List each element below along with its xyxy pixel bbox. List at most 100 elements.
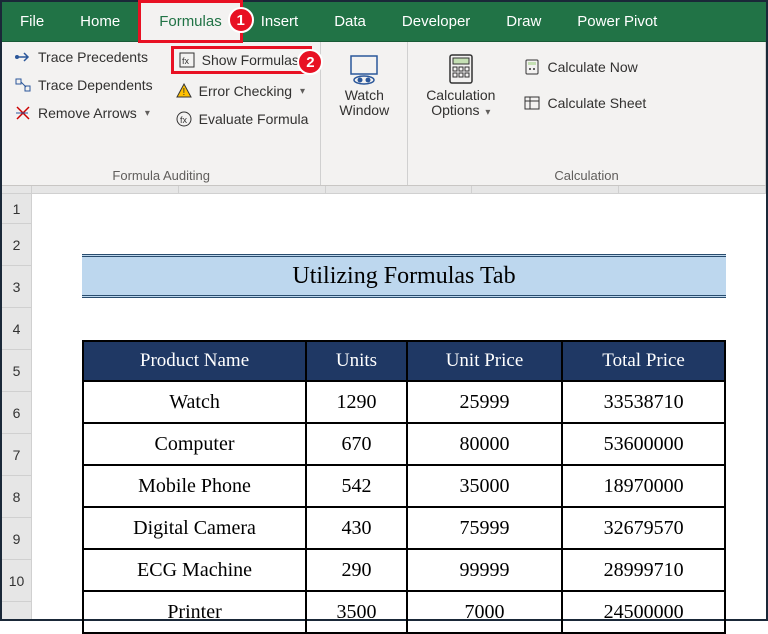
cell-price[interactable]: 25999	[407, 381, 562, 423]
calculate-sheet-label: Calculate Sheet	[547, 95, 646, 111]
table-row: Computer 670 80000 53600000	[83, 423, 725, 465]
ribbon-tabs: File Home Formulas 1 Insert Data Develop…	[2, 2, 766, 42]
th-product[interactable]: Product Name	[83, 341, 306, 381]
tab-data[interactable]: Data	[316, 3, 384, 40]
cell-total[interactable]: 18970000	[562, 465, 725, 507]
group-label-auditing: Formula Auditing	[10, 166, 312, 183]
evaluate-formula-label: Evaluate Formula	[199, 111, 309, 127]
chevron-down-icon: ▾	[145, 108, 150, 119]
svg-text:fx: fx	[182, 56, 190, 66]
tab-insert[interactable]: Insert	[243, 3, 317, 40]
show-formulas-label: Show Formulas	[202, 52, 299, 68]
column-headers	[2, 186, 766, 194]
cell-product[interactable]: Computer	[83, 423, 306, 465]
row-head-1[interactable]: 1	[2, 194, 31, 224]
cell-product[interactable]: Printer	[83, 591, 306, 633]
calculation-options-button[interactable]: CalculationOptions ▾	[416, 46, 505, 125]
calculate-sheet-icon	[523, 94, 541, 112]
cell-total[interactable]: 24500000	[562, 591, 725, 633]
remove-arrows-button[interactable]: Remove Arrows ▾	[10, 102, 157, 124]
row-head-9[interactable]: 9	[2, 518, 31, 560]
remove-arrows-icon	[14, 104, 32, 122]
tab-developer[interactable]: Developer	[384, 3, 488, 40]
svg-text:!: !	[182, 87, 185, 98]
trace-precedents-icon	[14, 48, 32, 66]
row-head-5[interactable]: 5	[2, 350, 31, 392]
remove-arrows-label: Remove Arrows	[38, 105, 137, 121]
callout-badge-1: 1	[228, 7, 254, 33]
table-row: Watch 1290 25999 33538710	[83, 381, 725, 423]
row-head-10[interactable]: 10	[2, 560, 31, 602]
error-checking-icon: !	[175, 82, 193, 100]
svg-text:fx: fx	[180, 115, 188, 125]
trace-dependents-button[interactable]: Trace Dependents	[10, 74, 157, 96]
cell-total[interactable]: 53600000	[562, 423, 725, 465]
evaluate-formula-button[interactable]: fx Evaluate Formula	[171, 108, 313, 130]
cell-total[interactable]: 28999710	[562, 549, 725, 591]
group-watch-window: WatchWindow	[321, 42, 408, 185]
cell-price[interactable]: 99999	[407, 549, 562, 591]
th-units[interactable]: Units	[306, 341, 407, 381]
calculate-now-label: Calculate Now	[547, 59, 637, 75]
calculation-options-label: CalculationOptions ▾	[426, 88, 495, 119]
cell-units[interactable]: 430	[306, 507, 407, 549]
chevron-down-icon: ▾	[300, 86, 305, 97]
th-price[interactable]: Unit Price	[407, 341, 562, 381]
calculate-now-icon	[523, 58, 541, 76]
table-row: Mobile Phone 542 35000 18970000	[83, 465, 725, 507]
trace-precedents-button[interactable]: Trace Precedents	[10, 46, 157, 68]
show-formulas-button[interactable]: fx Show Formulas 2	[171, 46, 313, 74]
worksheet-grid[interactable]: Utilizing Formulas Tab Product Name Unit…	[32, 194, 766, 619]
data-table: Product Name Units Unit Price Total Pric…	[82, 340, 726, 634]
cell-units[interactable]: 3500	[306, 591, 407, 633]
cell-price[interactable]: 7000	[407, 591, 562, 633]
calculate-sheet-button[interactable]: Calculate Sheet	[519, 92, 650, 114]
row-head-7[interactable]: 7	[2, 434, 31, 476]
cell-total[interactable]: 32679570	[562, 507, 725, 549]
row-headers: 1 2 3 4 5 6 7 8 9 10	[2, 194, 32, 619]
tab-powerpivot[interactable]: Power Pivot	[559, 3, 675, 40]
watch-window-button[interactable]: WatchWindow	[329, 46, 399, 125]
cell-price[interactable]: 80000	[407, 423, 562, 465]
cell-price[interactable]: 75999	[407, 507, 562, 549]
cell-product[interactable]: Watch	[83, 381, 306, 423]
error-checking-button[interactable]: ! Error Checking ▾	[171, 80, 313, 102]
trace-dependents-label: Trace Dependents	[38, 77, 153, 93]
cell-total[interactable]: 33538710	[562, 381, 725, 423]
row-head-2[interactable]: 2	[2, 224, 31, 266]
group-calculation: CalculationOptions ▾ Calculate Now Calcu…	[408, 42, 766, 185]
table-row: ECG Machine 290 99999 28999710	[83, 549, 725, 591]
row-head-4[interactable]: 4	[2, 308, 31, 350]
error-checking-label: Error Checking	[199, 83, 292, 99]
ribbon-content: Trace Precedents Trace Dependents Remove…	[2, 42, 766, 186]
tab-formulas[interactable]: Formulas 1	[138, 0, 243, 43]
watch-window-icon	[347, 52, 381, 86]
tab-formulas-label: Formulas	[159, 13, 222, 30]
table-row: Digital Camera 430 75999 32679570	[83, 507, 725, 549]
sheet-area: 1 2 3 4 5 6 7 8 9 10 Utilizing Formulas …	[2, 194, 766, 619]
row-head-6[interactable]: 6	[2, 392, 31, 434]
tab-file[interactable]: File	[2, 3, 62, 40]
cell-units[interactable]: 670	[306, 423, 407, 465]
tab-home[interactable]: Home	[62, 3, 138, 40]
cell-product[interactable]: Digital Camera	[83, 507, 306, 549]
calculate-now-button[interactable]: Calculate Now	[519, 56, 650, 78]
cell-product[interactable]: Mobile Phone	[83, 465, 306, 507]
callout-badge-2: 2	[297, 49, 323, 75]
cell-product[interactable]: ECG Machine	[83, 549, 306, 591]
cell-units[interactable]: 542	[306, 465, 407, 507]
calculation-options-icon	[444, 52, 478, 86]
cell-units[interactable]: 290	[306, 549, 407, 591]
title-banner: Utilizing Formulas Tab	[82, 254, 726, 298]
watch-window-label: WatchWindow	[339, 88, 389, 119]
trace-precedents-label: Trace Precedents	[38, 49, 148, 65]
table-header-row: Product Name Units Unit Price Total Pric…	[83, 341, 725, 381]
cell-units[interactable]: 1290	[306, 381, 407, 423]
row-head-3[interactable]: 3	[2, 266, 31, 308]
cell-price[interactable]: 35000	[407, 465, 562, 507]
show-formulas-icon: fx	[178, 51, 196, 69]
group-formula-auditing: Trace Precedents Trace Dependents Remove…	[2, 42, 321, 185]
th-total[interactable]: Total Price	[562, 341, 725, 381]
tab-draw[interactable]: Draw	[488, 3, 559, 40]
row-head-8[interactable]: 8	[2, 476, 31, 518]
